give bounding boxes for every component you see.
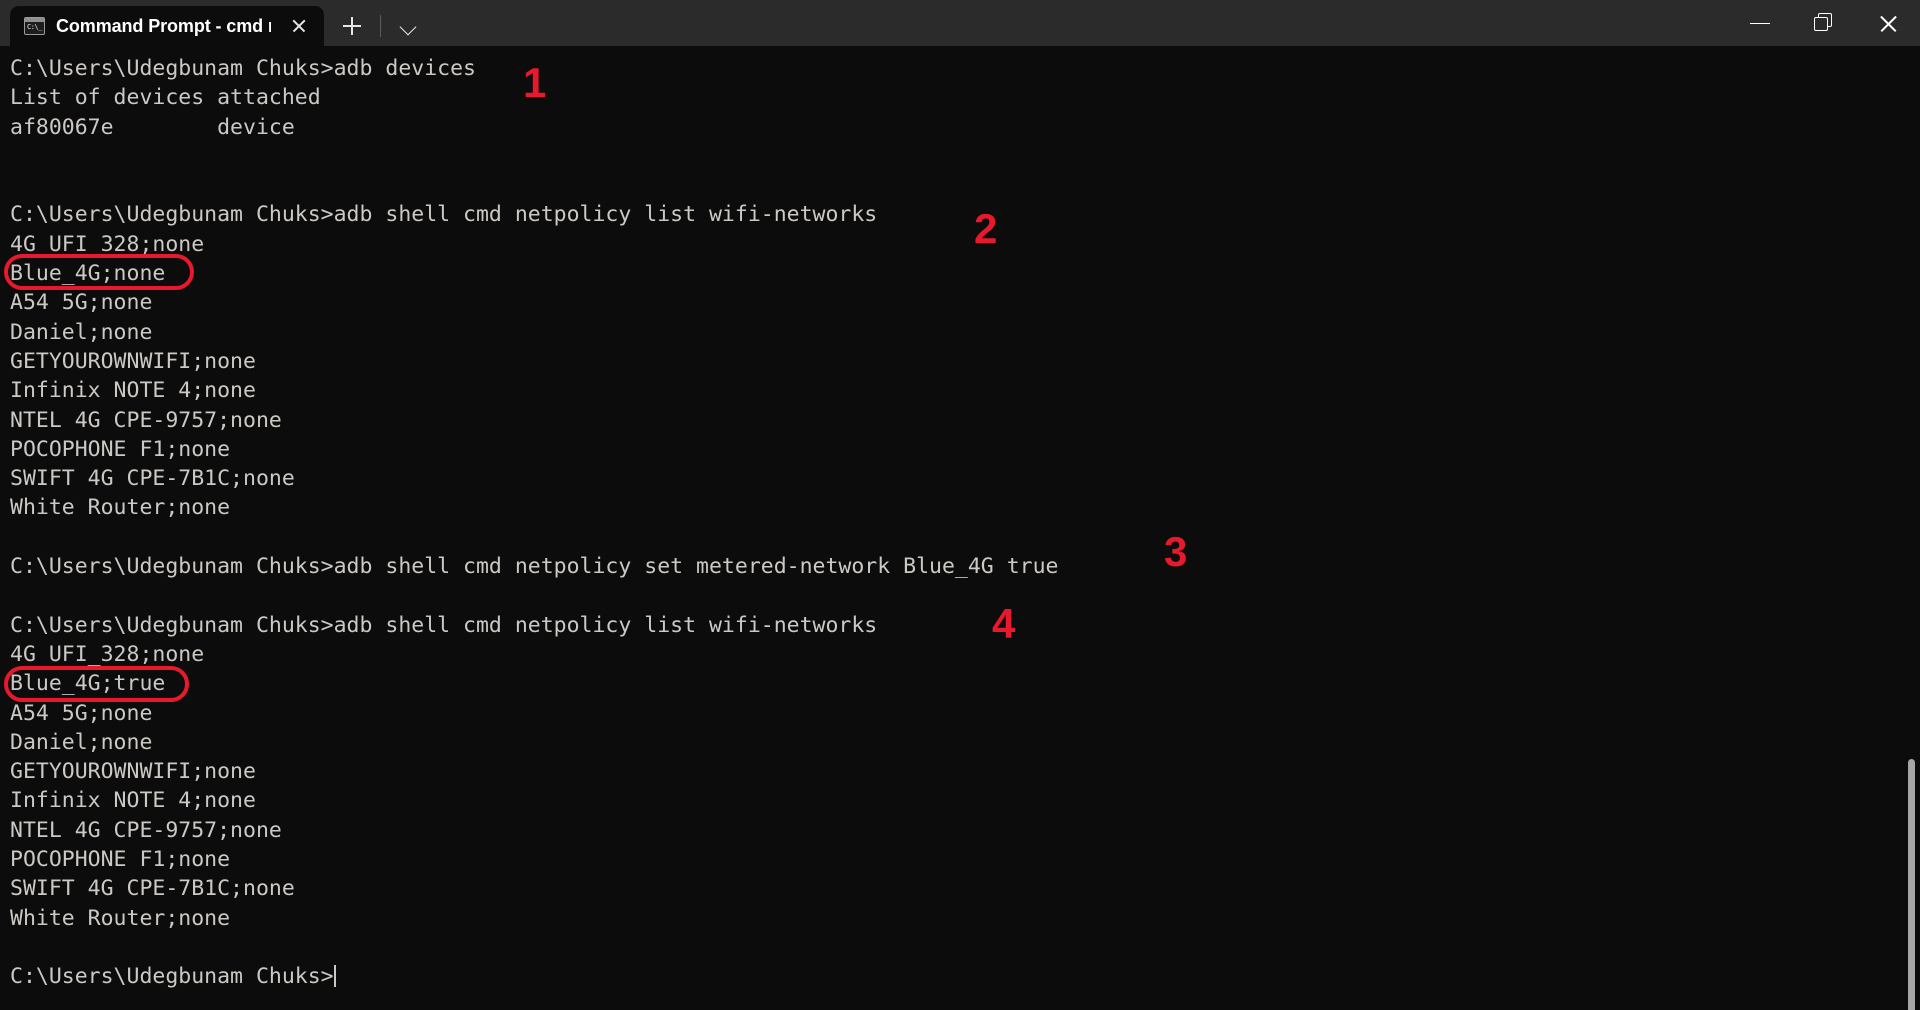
chevron-glyph xyxy=(399,18,417,36)
divider xyxy=(380,15,381,37)
terminal-line: 4G UFI_328;none xyxy=(10,641,205,667)
restore-icon-front xyxy=(1814,17,1828,31)
close-button[interactable] xyxy=(1856,0,1920,46)
terminal-line: C:\Users\Udegbunam Chuks>adb shell cmd n… xyxy=(10,202,878,228)
chevron-down-icon[interactable] xyxy=(387,6,431,46)
annotation-highlight-box xyxy=(4,666,189,702)
title-bar: Command Prompt - cmd netp xyxy=(0,0,1920,46)
restore-button[interactable] xyxy=(1792,0,1856,46)
terminal-line: af80067e device xyxy=(10,114,295,140)
terminal-line: Daniel;none xyxy=(10,319,153,345)
terminal-line: C:\Users\Udegbunam Chuks>adb devices xyxy=(10,56,476,81)
console-icon xyxy=(24,17,45,35)
scrollbar[interactable] xyxy=(1903,46,1920,1010)
terminal-output[interactable]: C:\Users\Udegbunam Chuks>adb devices List… xyxy=(0,46,1920,1010)
close-icon[interactable] xyxy=(284,11,314,41)
minimize-button[interactable] xyxy=(1728,0,1792,46)
terminal-line: C:\Users\Udegbunam Chuks>adb shell cmd n… xyxy=(10,554,1059,580)
annotation-number-3: 3 xyxy=(1164,528,1188,575)
terminal-line: A54 5G;none xyxy=(10,290,153,316)
terminal-line: POCOPHONE F1;none xyxy=(10,847,231,873)
tab-strip: Command Prompt - cmd netp xyxy=(0,0,431,46)
terminal-line: C:\Users\Udegbunam Chuks>adb shell cmd n… xyxy=(10,612,878,638)
terminal-line: NTEL 4G CPE-9757;none xyxy=(10,407,282,433)
scrollbar-thumb[interactable] xyxy=(1908,759,1915,1010)
terminal-line: List of devices attached xyxy=(10,85,321,111)
text-cursor xyxy=(333,965,336,988)
terminal-line: White Router;none xyxy=(10,495,231,521)
annotation-highlight-box xyxy=(4,254,194,290)
annotation-number-2: 2 xyxy=(974,205,998,252)
terminal-line: Infinix NOTE 4;none xyxy=(10,378,256,404)
terminal-line: Blue_4G;none xyxy=(10,261,166,287)
terminal-line: GETYOUROWNWIFI;none xyxy=(10,348,256,374)
terminal-line: Infinix NOTE 4;none xyxy=(10,788,256,814)
annotation-number-1: 1 xyxy=(523,59,547,106)
cmd-window: Command Prompt - cmd netp C:\Users\Udegb… xyxy=(0,0,1920,1010)
terminal-line: Blue_4G;true xyxy=(10,671,166,697)
window-controls xyxy=(1728,0,1920,46)
terminal-line: SWIFT 4G CPE-7B1C;none xyxy=(10,876,295,902)
terminal-line: C:\Users\Udegbunam Chuks> xyxy=(10,964,336,990)
terminal-line: GETYOUROWNWIFI;none xyxy=(10,759,256,785)
annotation-number-4: 4 xyxy=(992,600,1016,647)
terminal-line: Daniel;none xyxy=(10,729,153,755)
new-tab-button[interactable] xyxy=(330,6,374,46)
terminal-line: SWIFT 4G CPE-7B1C;none xyxy=(10,466,295,492)
terminal-line: 4G UFI_328;none xyxy=(10,231,205,257)
terminal-line: White Router;none xyxy=(10,905,231,931)
tab-title: Command Prompt - cmd netp xyxy=(56,15,271,36)
tab-command-prompt[interactable]: Command Prompt - cmd netp xyxy=(10,6,324,46)
terminal-line: A54 5G;none xyxy=(10,700,153,726)
terminal-line: POCOPHONE F1;none xyxy=(10,436,231,462)
terminal-line: NTEL 4G CPE-9757;none xyxy=(10,817,282,843)
